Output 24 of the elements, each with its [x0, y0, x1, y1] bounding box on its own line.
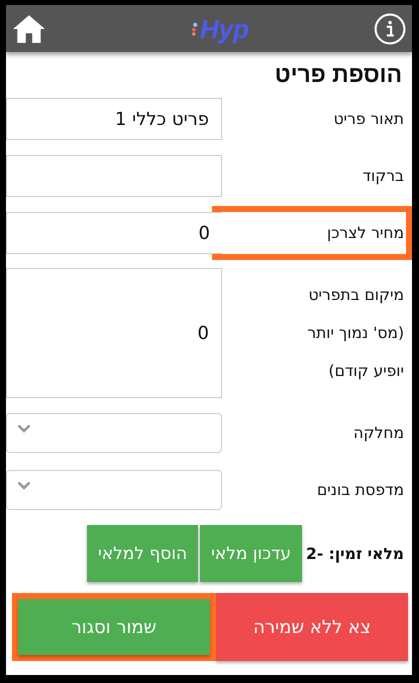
- field-label: מחלקה: [353, 424, 404, 442]
- input-field[interactable]: פריט כללי 1: [6, 98, 222, 140]
- home-icon[interactable]: [12, 14, 46, 44]
- save-button[interactable]: שמור וסגור: [18, 599, 210, 655]
- field-label: תאור פריט: [334, 110, 404, 128]
- stock-button[interactable]: הוסף למלאי: [86, 525, 198, 582]
- info-icon[interactable]: [374, 12, 406, 44]
- page-title: הוספת פריט: [274, 62, 402, 88]
- logo-dots-icon: [190, 20, 198, 36]
- exit-button[interactable]: צא ללא שמירה: [216, 593, 408, 661]
- field-label: מדפסת בונים: [317, 481, 404, 500]
- field-label: מחיר לצרכן: [327, 224, 404, 242]
- stock-label: מלאי זמין: -2: [306, 544, 404, 563]
- stock-button[interactable]: עדכון מלאי: [200, 525, 302, 582]
- select-field[interactable]: [6, 413, 222, 454]
- input-field[interactable]: 0: [6, 212, 222, 254]
- field-label: מיקום בתפריט (מס' נמוך יותר יופיע קודם): [306, 285, 404, 382]
- field-label: ברקוד: [362, 167, 404, 186]
- input-field[interactable]: 0: [6, 268, 222, 398]
- chevron-down-icon: [17, 481, 31, 490]
- input-field[interactable]: [6, 155, 222, 198]
- logo: Hyp: [200, 16, 250, 42]
- select-field[interactable]: [6, 470, 222, 510]
- chevron-down-icon: [17, 424, 31, 434]
